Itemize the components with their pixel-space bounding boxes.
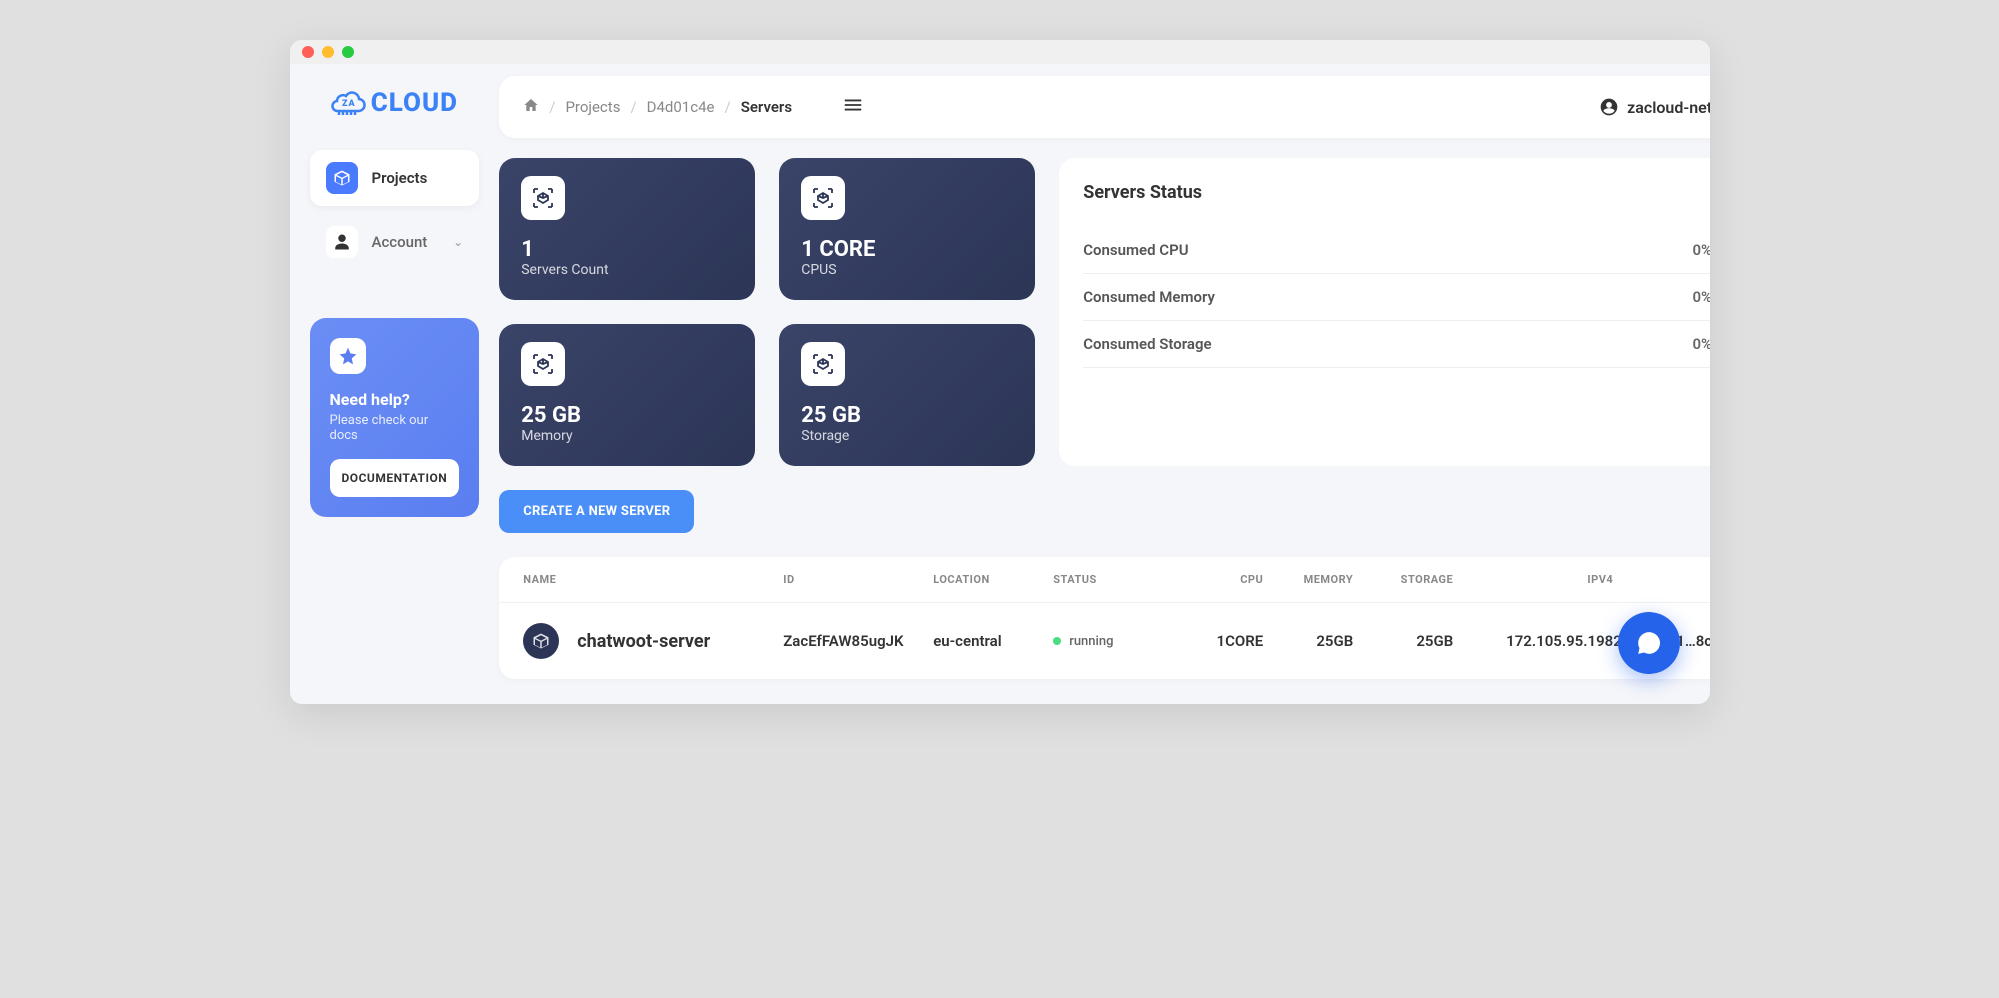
help-card: Need help? Please check our docs DOCUMEN… — [310, 318, 480, 517]
stat-card-servers: 1 Servers Count — [499, 158, 755, 300]
server-status: running — [1069, 634, 1113, 649]
server-avatar-icon — [523, 623, 559, 659]
server-memory: 25GB — [1263, 632, 1353, 650]
status-panel: Servers Status Consumed CPU 0% Consumed … — [1059, 158, 1709, 466]
col-header-id: ID — [783, 573, 933, 586]
server-id: ZacEfFAW85ugJK — [783, 632, 933, 650]
breadcrumb: / Projects / D4d01c4e / Servers — [523, 97, 792, 117]
cube-scan-icon — [801, 342, 845, 386]
breadcrumb-current: Servers — [741, 98, 792, 116]
status-value: 0% — [1692, 241, 1709, 259]
status-title: Servers Status — [1083, 182, 1709, 203]
svg-text:ZA: ZA — [342, 99, 356, 109]
chat-fab[interactable] — [1618, 612, 1680, 674]
stat-label: Memory — [521, 428, 733, 444]
col-header-ipv4: IPV4 — [1453, 573, 1613, 586]
create-server-button[interactable]: CREATE A NEW SERVER — [499, 490, 694, 533]
status-value: 0% — [1692, 335, 1709, 353]
documentation-button[interactable]: DOCUMENTATION — [330, 459, 460, 497]
status-row-cpu: Consumed CPU 0% — [1083, 227, 1709, 274]
menu-toggle[interactable] — [842, 94, 864, 120]
server-cpu: 1CORE — [1173, 632, 1263, 650]
cube-scan-icon — [521, 342, 565, 386]
help-subtitle: Please check our docs — [330, 413, 460, 443]
breadcrumb-projects[interactable]: Projects — [565, 98, 620, 116]
stat-value: 25 GB — [521, 403, 733, 428]
col-header-cpu: CPU — [1173, 573, 1263, 586]
col-header-memory: MEMORY — [1263, 573, 1353, 586]
sidebar-item-projects[interactable]: Projects — [310, 150, 480, 206]
stat-value: 1 CORE — [801, 237, 1013, 262]
window-minimize[interactable] — [322, 46, 334, 58]
status-row-storage: Consumed Storage 0% — [1083, 321, 1709, 368]
user-circle-icon — [1599, 97, 1619, 117]
status-label: Consumed Memory — [1083, 288, 1215, 306]
chevron-down-icon: ⌄ — [453, 235, 463, 249]
box-icon — [326, 162, 358, 194]
logo[interactable]: ZA CLOUD — [310, 88, 480, 118]
table-row[interactable]: chatwoot-server ZacEfFAW85ugJK eu-centra… — [499, 603, 1709, 679]
stat-label: Storage — [801, 428, 1013, 444]
col-header-name: NAME — [523, 573, 783, 586]
status-label: Consumed Storage — [1083, 335, 1211, 353]
server-storage: 25GB — [1353, 632, 1453, 650]
col-header-storage: STORAGE — [1353, 573, 1453, 586]
user-icon — [326, 226, 358, 258]
star-icon — [330, 338, 366, 374]
stat-card-memory: 25 GB Memory — [499, 324, 755, 466]
cube-scan-icon — [521, 176, 565, 220]
cloud-icon: ZA — [331, 89, 367, 117]
window-close[interactable] — [302, 46, 314, 58]
stat-value: 1 — [521, 237, 733, 262]
status-dot-icon — [1053, 637, 1061, 645]
server-name: chatwoot-server — [577, 631, 710, 652]
logo-text: CLOUD — [371, 88, 458, 118]
col-header-status: STATUS — [1053, 573, 1173, 586]
servers-table: NAME ID LOCATION STATUS CPU MEMORY STORA… — [499, 557, 1709, 679]
topbar: / Projects / D4d01c4e / Servers zacloud-… — [499, 76, 1709, 138]
window-maximize[interactable] — [342, 46, 354, 58]
help-title: Need help? — [330, 390, 460, 409]
window-titlebar — [290, 40, 1710, 64]
breadcrumb-project-id[interactable]: D4d01c4e — [647, 98, 715, 116]
status-row-memory: Consumed Memory 0% — [1083, 274, 1709, 321]
stat-card-cpus: 1 CORE CPUS — [779, 158, 1035, 300]
stat-label: Servers Count — [521, 262, 733, 278]
home-icon[interactable] — [523, 97, 539, 117]
stat-label: CPUS — [801, 262, 1013, 278]
col-header-location: LOCATION — [933, 573, 1053, 586]
sidebar-item-account[interactable]: Account ⌄ — [310, 214, 480, 270]
sidebar-item-label: Projects — [372, 169, 428, 187]
stat-value: 25 GB — [801, 403, 1013, 428]
cube-scan-icon — [801, 176, 845, 220]
sidebar-item-label: Account — [372, 233, 428, 251]
server-ipv4: 172.105.95.198 — [1453, 632, 1613, 650]
user-menu[interactable]: zacloud-net — [1599, 97, 1709, 117]
user-name: zacloud-net — [1627, 98, 1709, 117]
status-value: 0% — [1692, 288, 1709, 306]
stat-card-storage: 25 GB Storage — [779, 324, 1035, 466]
server-location: eu-central — [933, 632, 1053, 650]
status-label: Consumed CPU — [1083, 241, 1188, 259]
